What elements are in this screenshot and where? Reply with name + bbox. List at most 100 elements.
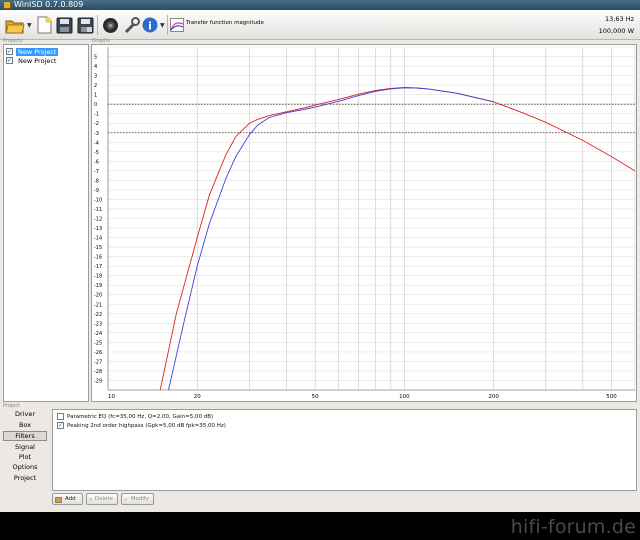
- open-folder-icon: [5, 20, 25, 34]
- nav-options[interactable]: Options: [3, 462, 47, 472]
- y-tick-label: -20: [94, 293, 102, 299]
- save-button[interactable]: [54, 13, 74, 37]
- y-tick-label: 4: [94, 64, 97, 70]
- add-icon: [55, 496, 62, 503]
- new-file-icon: [37, 16, 52, 34]
- y-tick-label: -3: [94, 131, 99, 137]
- y-tick-label: -25: [94, 340, 102, 346]
- y-tick-label: -18: [94, 274, 102, 280]
- filter-checkbox[interactable]: ✓: [57, 422, 64, 429]
- toolbar: ▼ i ▼ Transfer function magnitude 13,63 …: [0, 10, 640, 40]
- y-tick-label: -2: [94, 121, 99, 127]
- y-tick-label: -10: [94, 197, 102, 203]
- open-project-button[interactable]: [4, 13, 26, 37]
- info-icon: i: [142, 17, 158, 33]
- project-checkbox[interactable]: ✓: [6, 48, 13, 55]
- y-tick-label: -5: [94, 150, 99, 156]
- nav-plot[interactable]: Plot: [3, 452, 47, 462]
- nav-signal[interactable]: Signal: [3, 442, 47, 452]
- y-tick-label: -26: [94, 350, 102, 356]
- driver-button[interactable]: [100, 13, 120, 37]
- y-tick-label: -22: [94, 312, 102, 318]
- y-tick-label: -23: [94, 321, 102, 327]
- project-label[interactable]: New Project: [16, 57, 58, 65]
- tools-icon: [124, 16, 140, 33]
- nav-filters[interactable]: Filters: [3, 431, 47, 441]
- add-button[interactable]: Add: [52, 493, 83, 505]
- filter-label[interactable]: Parametric EQ (fc=35,00 Hz, Q=2,00, Gain…: [67, 414, 213, 420]
- y-tick-label: -21: [94, 302, 102, 308]
- frequency-readout: 13,63 Hz: [605, 15, 634, 23]
- y-tick-label: -17: [94, 264, 102, 270]
- y-tick-label: -11: [94, 207, 102, 213]
- app-icon: [3, 1, 11, 9]
- winisd-window: WinISD 0.7.0.809 ▼ i ▼ Transfer function…: [0, 0, 640, 540]
- y-tick-label: -15: [94, 245, 102, 251]
- y-tick-label: 1: [94, 93, 97, 99]
- x-tick-label: 200: [488, 394, 499, 400]
- filter-item[interactable]: ✓ Peaking 2nd order highpass (Gpk=5,00 d…: [57, 421, 226, 430]
- watermark: hifi-forum.de: [510, 516, 636, 538]
- y-tick-label: -12: [94, 217, 102, 223]
- plot-select-button[interactable]: [169, 13, 185, 37]
- project-item[interactable]: ✓ New Project: [6, 47, 59, 56]
- x-tick-label: 500: [606, 394, 617, 400]
- y-tick-label: -16: [94, 255, 102, 261]
- y-tick-label: -1: [94, 112, 99, 118]
- y-tick-label: 3: [94, 74, 97, 80]
- delete-button-label: Delete: [94, 496, 113, 502]
- modify-button[interactable]: Modify: [121, 493, 154, 505]
- new-file-button[interactable]: [34, 13, 54, 37]
- chevron-down-icon[interactable]: ▼: [160, 22, 165, 29]
- delete-button[interactable]: Delete: [86, 493, 118, 505]
- footer-strip: hifi-forum.de: [0, 512, 640, 540]
- info-button[interactable]: i: [141, 13, 159, 37]
- y-tick-label: -13: [94, 226, 102, 232]
- modify-icon: [124, 497, 128, 501]
- y-tick-label: -29: [94, 378, 102, 384]
- x-tick-label: 20: [194, 394, 201, 400]
- project-nav: Driver Box Filters Signal Plot Options P…: [0, 409, 50, 509]
- filter-label[interactable]: Peaking 2nd order highpass (Gpk=5,00 dB …: [67, 423, 226, 429]
- project-label[interactable]: New Project: [16, 47, 59, 56]
- y-tick-label: -27: [94, 359, 102, 365]
- modify-button-label: Modify: [130, 496, 149, 502]
- y-tick-label: -7: [94, 169, 99, 175]
- y-tick-label: 5: [94, 55, 97, 61]
- y-tick-label: -14: [94, 236, 102, 242]
- filter-item[interactable]: Parametric EQ (fc=35,00 Hz, Q=2,00, Gain…: [57, 412, 213, 421]
- transfer-function-chart[interactable]: 543210-1-2-3-4-5-6-7-8-9-10-11-12-13-14-…: [92, 45, 636, 401]
- y-tick-label: -28: [94, 369, 102, 375]
- delete-icon: [89, 497, 92, 501]
- project-item[interactable]: ✓ New Project: [6, 56, 58, 65]
- nav-project[interactable]: Project: [3, 473, 47, 483]
- save-icon: [56, 17, 72, 33]
- graph-panel[interactable]: 5 4 3 2 1 0 -1 -2 -3 -4 -5 -6 -7 -8 -9 -10 -11 -12 -13 -14-…: [91, 44, 637, 402]
- plot-icon: [170, 18, 184, 32]
- y-tick-label: -4: [94, 140, 99, 146]
- x-tick-label: 50: [312, 394, 319, 400]
- nav-box[interactable]: Box: [3, 420, 47, 430]
- filter-checkbox[interactable]: [57, 413, 64, 420]
- y-tick-label: 2: [94, 83, 97, 89]
- nav-driver[interactable]: Driver: [3, 409, 47, 419]
- window-title: WinISD 0.7.0.809: [14, 0, 84, 9]
- x-tick-label: 100: [399, 394, 410, 400]
- projects-list: ✓ New Project ✓ New Project: [3, 44, 89, 402]
- project-checkbox[interactable]: ✓: [6, 57, 13, 64]
- y-tick-label: -24: [94, 331, 102, 337]
- toolbar-separator: [167, 15, 168, 35]
- x-tick-label: 10: [108, 394, 115, 400]
- plot-type-label[interactable]: Transfer function magnitude: [186, 20, 264, 26]
- y-tick-label: -19: [94, 283, 102, 289]
- save-all-icon: [77, 17, 93, 33]
- y-tick-label: 0: [94, 102, 97, 108]
- filters-list: Parametric EQ (fc=35,00 Hz, Q=2,00, Gain…: [52, 409, 637, 491]
- toolbar-separator: [97, 15, 98, 35]
- y-tick-label: -6: [94, 159, 99, 165]
- chevron-down-icon[interactable]: ▼: [27, 22, 32, 29]
- save-all-button[interactable]: [75, 13, 95, 37]
- title-bar: WinISD 0.7.0.809: [0, 0, 640, 10]
- y-tick-label: -9: [94, 188, 99, 194]
- tools-button[interactable]: [121, 13, 141, 37]
